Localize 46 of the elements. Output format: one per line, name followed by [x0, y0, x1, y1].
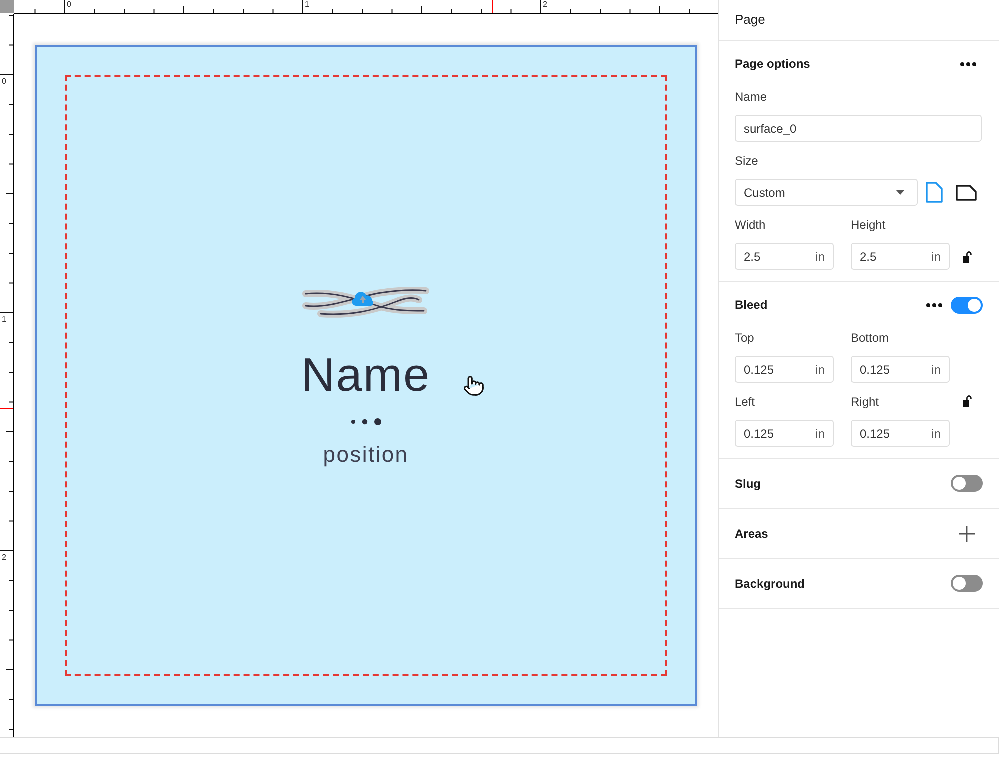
ruler-label: 2 [543, 1, 548, 9]
section-title: Areas [735, 526, 768, 542]
caret-down-icon [896, 190, 905, 195]
unlocked-lock-icon[interactable] [963, 395, 972, 407]
cursor-position-marker [492, 0, 493, 13]
section-title: Page options [735, 56, 810, 73]
section-title: Slug [735, 476, 761, 492]
number-field[interactable]: 0.125 in [851, 420, 950, 447]
ruler-label: 0 [2, 78, 6, 86]
more-options-icon[interactable] [960, 62, 977, 66]
dots-ornament-icon [350, 418, 382, 426]
field-label: Size [735, 153, 760, 169]
toggle-switch[interactable] [951, 475, 983, 492]
ruler-label: 0 [67, 1, 72, 9]
number-field[interactable]: 0.125 in [851, 356, 950, 383]
position-subtitle: position [323, 444, 409, 466]
number-field[interactable]: 0.125 in [735, 420, 834, 447]
field-label: Width [735, 217, 767, 233]
field-label: Name [735, 89, 768, 105]
field-label: Height [851, 217, 887, 233]
ruler-corner [0, 0, 14, 13]
more-options-icon[interactable] [926, 302, 943, 308]
portrait-page-icon[interactable] [926, 182, 943, 203]
ruler-label: 1 [2, 316, 6, 324]
name-input[interactable]: surface_0 [735, 115, 982, 142]
field-label: Left [735, 394, 756, 410]
section-title: Background [735, 576, 806, 592]
add-icon[interactable] [959, 526, 975, 542]
toggle-switch[interactable] [951, 575, 983, 592]
toggle-switch[interactable] [951, 296, 983, 314]
number-field[interactable]: 2.5 in [851, 243, 950, 270]
section-title: Bleed [735, 297, 768, 314]
ruler-label: 1 [305, 1, 310, 9]
number-field[interactable]: 2.5 in [735, 243, 834, 270]
number-field[interactable]: 0.125 in [735, 356, 834, 383]
unlocked-lock-icon[interactable] [963, 250, 972, 262]
cursor-position-marker [0, 408, 13, 409]
ruler-label: 2 [2, 554, 6, 562]
size-dropdown[interactable]: Custom [735, 179, 918, 206]
hand-cursor-icon [463, 375, 485, 397]
field-label: Right [851, 394, 880, 410]
field-label: Top [735, 330, 756, 346]
panel-title: Page [735, 11, 766, 30]
name-heading: Name [301, 351, 431, 398]
field-label: Bottom [851, 330, 890, 346]
landscape-page-icon[interactable] [956, 184, 977, 200]
